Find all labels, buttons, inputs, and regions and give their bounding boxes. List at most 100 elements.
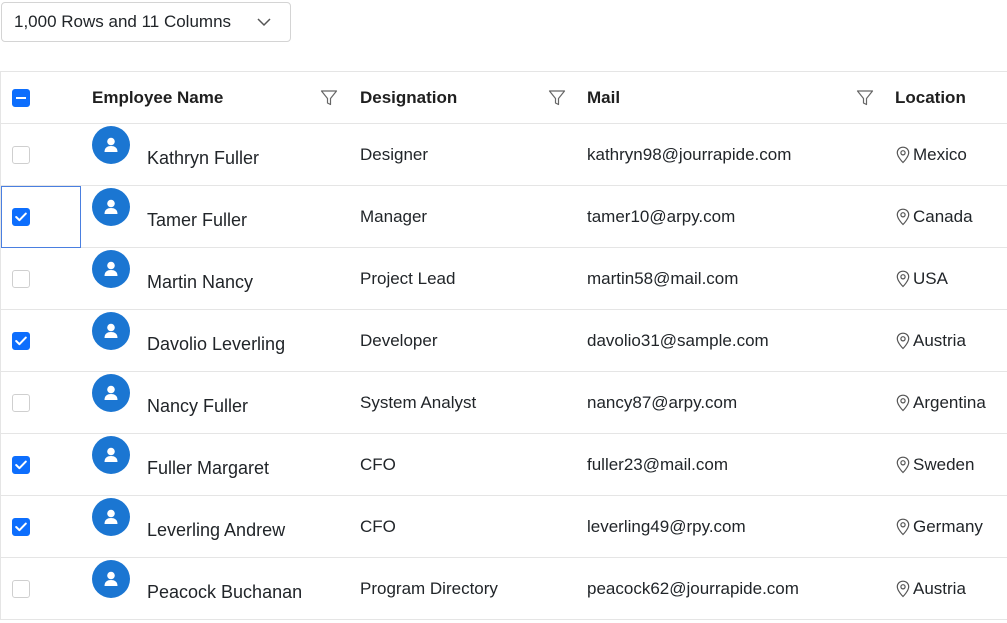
employee-name-cell: Peacock Buchanan <box>81 558 347 619</box>
row-select-cell <box>1 434 81 495</box>
designation-cell: Designer <box>347 124 575 185</box>
mail-text: kathryn98@jourrapide.com <box>587 144 792 164</box>
select-all-checkbox[interactable] <box>12 88 30 107</box>
location-cell: USA <box>883 248 1007 309</box>
header-select-all-cell <box>1 72 81 123</box>
designation-cell: System Analyst <box>347 372 575 433</box>
employee-grid: Employee Name Designation Mail Location <box>0 71 1007 620</box>
filter-icon[interactable] <box>319 88 339 108</box>
designation-cell: Program Directory <box>347 558 575 619</box>
employee-name-cell: Davolio Leverling <box>81 310 347 371</box>
row-select-cell <box>1 124 81 185</box>
row-checkbox[interactable] <box>12 455 30 474</box>
employee-name-cell: Fuller Margaret <box>81 434 347 495</box>
table-row[interactable]: Martin Nancy Project Lead martin58@mail.… <box>1 248 1007 310</box>
designation-text: Manager <box>360 206 428 226</box>
designation-text: Project Lead <box>360 268 456 288</box>
user-avatar-icon <box>92 498 130 536</box>
row-checkbox[interactable] <box>12 331 30 350</box>
location-text: Austria <box>913 578 966 598</box>
mail-text: davolio31@sample.com <box>587 330 769 350</box>
location-cell: Austria <box>883 310 1007 371</box>
employee-name: Martin Nancy <box>147 272 254 292</box>
mail-cell: peacock62@jourrapide.com <box>575 558 883 619</box>
map-pin-icon <box>895 580 911 598</box>
table-row[interactable]: Kathryn Fuller Designer kathryn98@jourra… <box>1 124 1007 186</box>
location-text: Germany <box>913 516 983 536</box>
location-text: Mexico <box>913 144 967 164</box>
location-text: Canada <box>913 206 973 226</box>
designation-text: Designer <box>360 144 429 164</box>
table-row[interactable]: Davolio Leverling Developer davolio31@sa… <box>1 310 1007 372</box>
header-designation-label: Designation <box>360 87 458 107</box>
location-cell: Sweden <box>883 434 1007 495</box>
user-avatar-icon <box>92 560 130 598</box>
employee-name-cell: Leverling Andrew <box>81 496 347 557</box>
designation-cell: Project Lead <box>347 248 575 309</box>
row-select-cell <box>1 248 81 309</box>
location-cell: Canada <box>883 186 1007 247</box>
map-pin-icon <box>895 270 911 288</box>
rows-columns-dropdown[interactable]: 1,000 Rows and 11 Columns <box>1 2 291 42</box>
table-row[interactable]: Tamer Fuller Manager tamer10@arpy.com Ca… <box>1 186 1007 248</box>
map-pin-icon <box>895 146 911 164</box>
table-row[interactable]: Peacock Buchanan Program Directory peaco… <box>1 558 1007 620</box>
designation-text: Program Directory <box>360 578 498 598</box>
location-text: USA <box>913 268 948 288</box>
row-select-cell <box>1 372 81 433</box>
mail-cell: nancy87@arpy.com <box>575 372 883 433</box>
row-checkbox[interactable] <box>12 579 30 598</box>
map-pin-icon <box>895 332 911 350</box>
designation-cell: Developer <box>347 310 575 371</box>
row-checkbox[interactable] <box>12 517 30 536</box>
filter-icon[interactable] <box>855 88 875 108</box>
row-checkbox[interactable] <box>12 145 30 164</box>
mail-cell: tamer10@arpy.com <box>575 186 883 247</box>
mail-cell: martin58@mail.com <box>575 248 883 309</box>
map-pin-icon <box>895 456 911 474</box>
user-avatar-icon <box>92 126 130 164</box>
mail-text: nancy87@arpy.com <box>587 392 738 412</box>
table-row[interactable]: Fuller Margaret CFO fuller23@mail.com Sw… <box>1 434 1007 496</box>
designation-text: Developer <box>360 330 438 350</box>
focused-cell-outline <box>1 186 81 248</box>
header-mail[interactable]: Mail <box>575 72 883 123</box>
grid-header-row: Employee Name Designation Mail Location <box>1 72 1007 124</box>
employee-name: Davolio Leverling <box>147 334 286 354</box>
designation-text: System Analyst <box>360 392 477 412</box>
header-mail-label: Mail <box>587 87 621 107</box>
employee-name-cell: Martin Nancy <box>81 248 347 309</box>
mail-text: fuller23@mail.com <box>587 454 729 474</box>
location-text: Austria <box>913 330 966 350</box>
header-employee-name-label: Employee Name <box>92 87 224 107</box>
user-avatar-icon <box>92 188 130 226</box>
location-cell: Mexico <box>883 124 1007 185</box>
mail-cell: kathryn98@jourrapide.com <box>575 124 883 185</box>
table-row[interactable]: Nancy Fuller System Analyst nancy87@arpy… <box>1 372 1007 434</box>
map-pin-icon <box>895 208 911 226</box>
mail-cell: fuller23@mail.com <box>575 434 883 495</box>
filter-icon[interactable] <box>547 88 567 108</box>
location-text: Argentina <box>913 392 986 412</box>
user-avatar-icon <box>92 374 130 412</box>
header-employee-name[interactable]: Employee Name <box>81 72 347 123</box>
employee-name: Fuller Margaret <box>147 458 270 478</box>
location-cell: Austria <box>883 558 1007 619</box>
mail-cell: leverling49@rpy.com <box>575 496 883 557</box>
header-designation[interactable]: Designation <box>347 72 575 123</box>
row-checkbox[interactable] <box>12 393 30 412</box>
mail-cell: davolio31@sample.com <box>575 310 883 371</box>
employee-name: Leverling Andrew <box>147 520 286 540</box>
mail-text: leverling49@rpy.com <box>587 516 746 536</box>
employee-name-cell: Kathryn Fuller <box>81 124 347 185</box>
user-avatar-icon <box>92 250 130 288</box>
location-cell: Germany <box>883 496 1007 557</box>
row-select-cell <box>1 496 81 557</box>
employee-name: Nancy Fuller <box>147 396 249 416</box>
row-checkbox[interactable] <box>12 269 30 288</box>
mail-text: peacock62@jourrapide.com <box>587 578 799 598</box>
table-row[interactable]: Leverling Andrew CFO leverling49@rpy.com… <box>1 496 1007 558</box>
header-location[interactable]: Location <box>883 72 1007 123</box>
row-select-cell <box>1 558 81 619</box>
row-select-cell <box>1 310 81 371</box>
